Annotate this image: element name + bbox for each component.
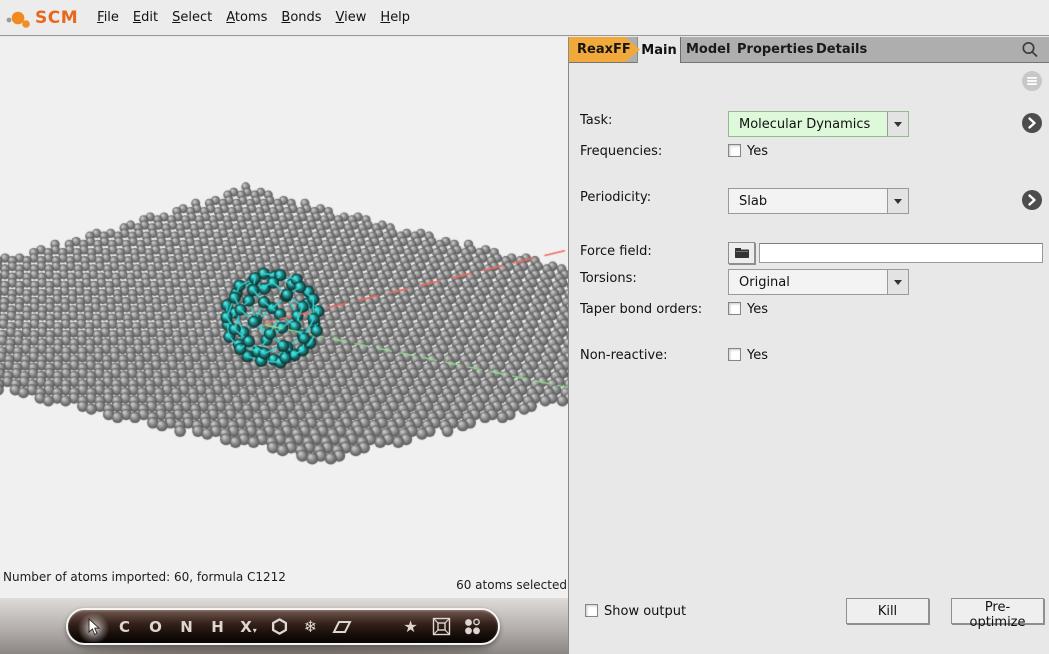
task-value: Molecular Dynamics bbox=[729, 112, 887, 136]
tab-model[interactable]: Model bbox=[686, 37, 730, 62]
periodicity-dropdown[interactable]: Slab bbox=[728, 188, 909, 214]
viewport-toolbar-strip: C O N H X▾ ❄ ★ bbox=[0, 598, 568, 654]
folder-icon bbox=[734, 247, 750, 259]
frequencies-checkbox-label[interactable]: Yes bbox=[747, 144, 768, 159]
menu-edit[interactable]: Edit bbox=[133, 10, 158, 25]
element-o-button[interactable]: O bbox=[140, 612, 171, 642]
task-dropdown-arrow-icon[interactable] bbox=[887, 112, 908, 136]
scm-reaxff-window: SCM File Edit Select Atoms Bonds View He… bbox=[0, 0, 1049, 654]
element-h-button[interactable]: H bbox=[202, 612, 233, 642]
periodicity-value: Slab bbox=[729, 189, 887, 213]
menu-file[interactable]: File bbox=[97, 10, 119, 25]
non-reactive-label: Non-reactive: bbox=[580, 348, 668, 363]
molecule-render-canvas[interactable] bbox=[0, 37, 568, 598]
render-mode-tool-icon[interactable] bbox=[457, 612, 488, 642]
non-reactive-checkbox-label[interactable]: Yes bbox=[747, 348, 768, 363]
menu-view[interactable]: View bbox=[336, 10, 367, 25]
menu-atoms[interactable]: Atoms bbox=[226, 10, 267, 25]
element-x-button[interactable]: X▾ bbox=[233, 612, 264, 642]
force-field-browse-button[interactable] bbox=[728, 242, 755, 264]
selection-status-text: 60 atoms selected bbox=[456, 578, 567, 592]
element-picker-arrow-icon: ▾ bbox=[253, 626, 257, 635]
import-status-text: Number of atoms imported: 60, formula C1… bbox=[3, 570, 286, 584]
panel-menu-icon[interactable] bbox=[1022, 71, 1042, 91]
taper-bond-orders-label: Taper bond orders: bbox=[580, 302, 702, 317]
tab-bar: ReaxFF Main Model Properties Details bbox=[569, 37, 1049, 63]
scm-logo-text: SCM bbox=[35, 8, 78, 28]
element-c-button[interactable]: C bbox=[109, 612, 140, 642]
tab-main[interactable]: Main bbox=[637, 37, 681, 63]
torsions-value: Original bbox=[729, 270, 887, 294]
scm-logo-icon: SCM bbox=[4, 3, 78, 33]
task-detail-arrow-button[interactable] bbox=[1022, 113, 1042, 133]
non-reactive-checkbox[interactable] bbox=[728, 348, 741, 361]
force-field-path-input[interactable] bbox=[759, 243, 1043, 263]
module-tab-reaxff[interactable]: ReaxFF bbox=[569, 37, 640, 62]
torsions-label: Torsions: bbox=[580, 271, 637, 286]
torsions-dropdown-arrow-icon[interactable] bbox=[887, 270, 908, 294]
task-label: Task: bbox=[580, 113, 612, 128]
ring-tool-icon[interactable] bbox=[264, 612, 295, 642]
menu-bonds[interactable]: Bonds bbox=[281, 10, 321, 25]
torsions-dropdown[interactable]: Original bbox=[728, 269, 909, 295]
settings-panel: ReaxFF Main Model Properties Details Tas… bbox=[568, 37, 1049, 654]
periodic-box-tool-icon[interactable] bbox=[426, 612, 457, 642]
taper-bond-orders-checkbox[interactable] bbox=[728, 302, 741, 315]
menu-select[interactable]: Select bbox=[172, 10, 212, 25]
favorites-tool-icon[interactable]: ★ bbox=[395, 612, 426, 642]
menu-help[interactable]: Help bbox=[380, 10, 410, 25]
atom-toolbar: C O N H X▾ ❄ ★ bbox=[66, 608, 500, 645]
menu-bar: SCM File Edit Select Atoms Bonds View He… bbox=[0, 0, 1049, 36]
frequencies-checkbox[interactable] bbox=[728, 144, 741, 157]
periodicity-dropdown-arrow-icon[interactable] bbox=[887, 189, 908, 213]
search-icon[interactable] bbox=[1020, 40, 1040, 60]
tab-details[interactable]: Details bbox=[816, 37, 867, 62]
show-output-checkbox[interactable] bbox=[585, 604, 598, 617]
element-n-button[interactable]: N bbox=[171, 612, 202, 642]
pointer-tool-icon[interactable] bbox=[78, 612, 109, 642]
periodicity-detail-arrow-button[interactable] bbox=[1022, 190, 1042, 210]
cell-tool-icon[interactable] bbox=[326, 612, 357, 642]
kill-button[interactable]: Kill bbox=[846, 598, 929, 624]
freeze-tool-icon[interactable]: ❄ bbox=[295, 612, 326, 642]
molecule-viewport[interactable]: Number of atoms imported: 60, formula C1… bbox=[0, 37, 568, 654]
show-output-label[interactable]: Show output bbox=[604, 604, 686, 619]
toolbar-reflection bbox=[80, 646, 490, 654]
task-dropdown[interactable]: Molecular Dynamics bbox=[728, 111, 909, 137]
tab-properties[interactable]: Properties bbox=[737, 37, 814, 62]
frequencies-label: Frequencies: bbox=[580, 144, 662, 159]
taper-bond-orders-checkbox-label[interactable]: Yes bbox=[747, 302, 768, 317]
pre-optimize-button[interactable]: Pre-optimize bbox=[951, 598, 1044, 624]
force-field-label: Force field: bbox=[580, 244, 652, 259]
periodicity-label: Periodicity: bbox=[580, 190, 651, 205]
